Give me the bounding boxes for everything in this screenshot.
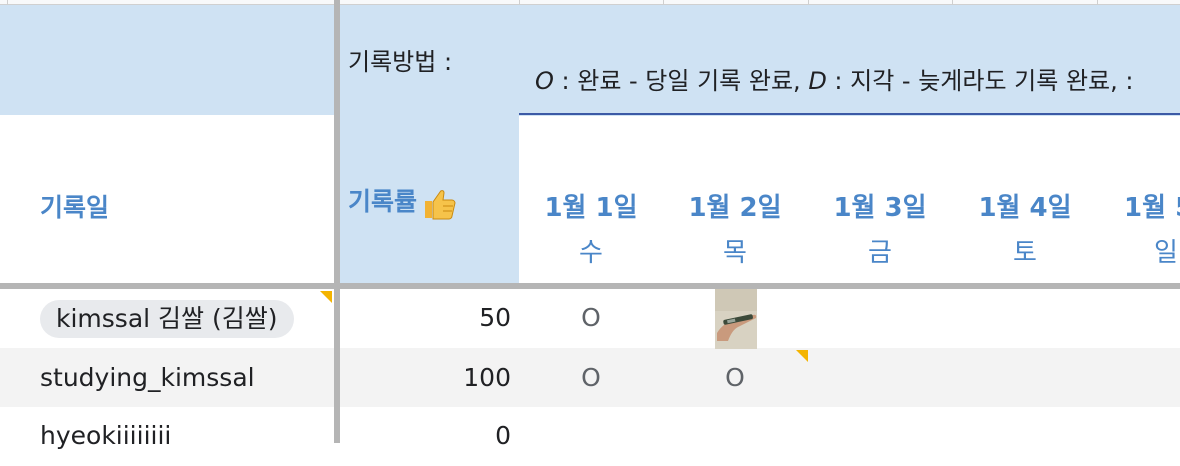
user-name[interactable]: hyeokiiiiiiii — [40, 421, 171, 450]
user-chip[interactable]: kimssal 김쌀 (김쌀) — [40, 300, 294, 338]
day-header-date: 1월 5 — [1124, 193, 1180, 223]
day-header-date: 1월 3일 — [833, 193, 927, 223]
legend-o-key: O — [535, 67, 554, 95]
rate-cell[interactable]: 0 — [336, 421, 511, 450]
record-method-legend: O : 완료 - 당일 기록 완료, D : 지각 - 늦게라도 기록 완료, … — [535, 61, 1133, 96]
frozen-row-divider[interactable] — [0, 283, 1180, 289]
day-header-date: 1월 2일 — [688, 193, 782, 223]
day-header-weekday: 수 — [579, 238, 603, 268]
date-column-header: 기록일 — [40, 193, 110, 222]
note-marker[interactable] — [796, 350, 808, 362]
note-marker[interactable] — [320, 291, 332, 303]
day-header-weekday: 금 — [868, 238, 892, 268]
record-cell[interactable]: O — [526, 363, 656, 392]
thumbs-up-icon — [421, 186, 457, 220]
day-header-weekday: 토 — [1013, 238, 1037, 268]
day-header-date: 1월 4일 — [978, 193, 1072, 223]
table-row[interactable] — [0, 407, 1180, 466]
record-method-label: 기록방법 : — [348, 48, 453, 76]
frozen-column-divider[interactable] — [334, 0, 340, 443]
rate-cell[interactable]: 50 — [336, 303, 511, 332]
day-header-date: 1월 1일 — [544, 193, 638, 223]
legend-d-text: : 지각 - 늦게라도 기록 완료, : — [826, 67, 1134, 95]
legend-o-text: : 완료 - 당일 기록 완료, — [553, 67, 809, 95]
rate-column-label: 기록률 — [348, 187, 418, 216]
day-header-weekday: 목 — [723, 238, 747, 268]
header-band-left — [0, 5, 335, 115]
record-cell[interactable]: O — [670, 363, 800, 392]
record-cell[interactable]: O — [526, 303, 656, 332]
photo-thumbnail[interactable] — [715, 289, 757, 349]
day-header-weekday: 일 — [1154, 238, 1178, 268]
user-name[interactable]: studying_kimssal — [40, 363, 255, 392]
header-underline — [519, 113, 1180, 115]
rate-column-header: 기록률 — [348, 182, 457, 220]
rate-cell[interactable]: 100 — [336, 363, 511, 392]
legend-d-key: D — [808, 67, 827, 95]
